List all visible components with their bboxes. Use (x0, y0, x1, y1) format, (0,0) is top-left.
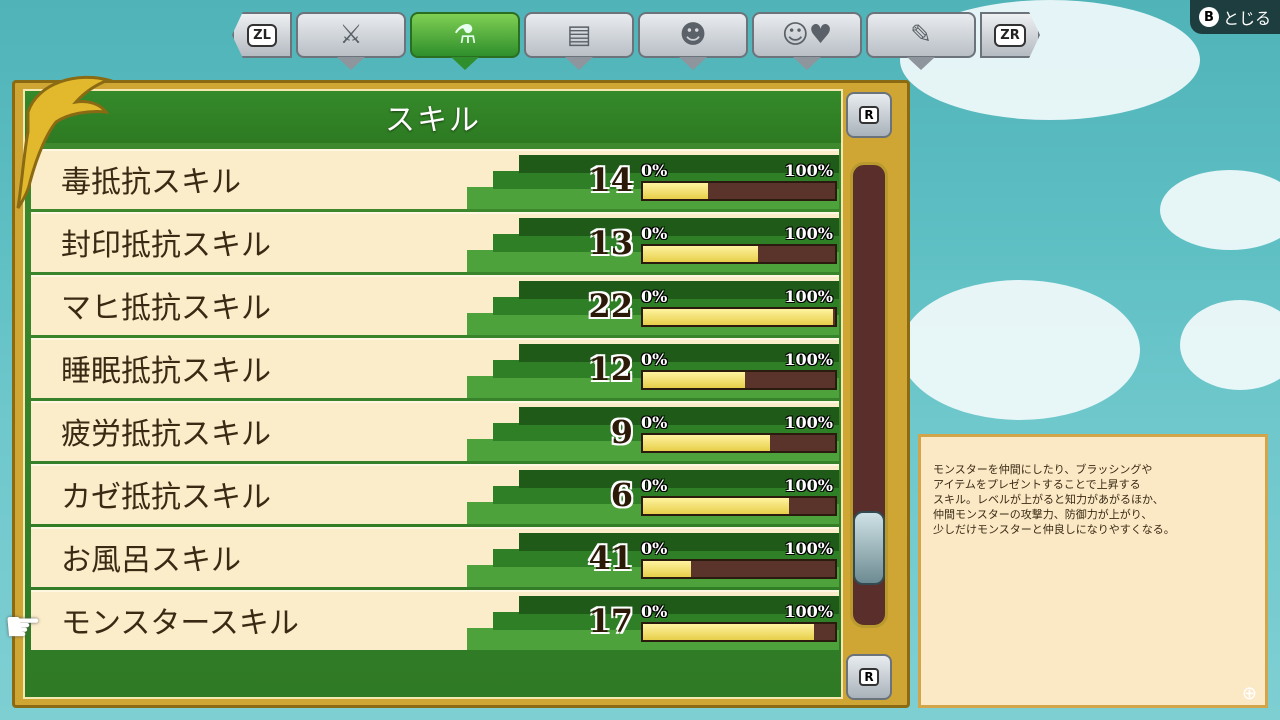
skill-level: 13 (588, 224, 633, 262)
zl-label: ZL (247, 23, 277, 47)
b-button-icon: B (1198, 7, 1219, 27)
percent-min-label: 0% (641, 287, 668, 306)
skill-name: モンスタースキル (61, 606, 299, 641)
skill-progress-fill (643, 498, 789, 514)
skill-progress-fill (643, 372, 745, 388)
skill-name: 毒抵抗スキル (61, 165, 241, 200)
skill-progress-fill (643, 246, 759, 262)
skills-panel: スキル 毒抵抗スキル 14 0% 100% 封印抵抗スキル 13 0% 100%… (12, 80, 910, 708)
hand-cursor-icon: ☛ (4, 602, 42, 651)
r-button-label: R (859, 106, 879, 124)
skill-level: 12 (588, 350, 633, 388)
percent-min-label: 0% (641, 224, 668, 243)
skill-progress-bar (641, 496, 837, 516)
percent-max-label: 100% (784, 476, 833, 495)
skill-progress-bar (641, 370, 837, 390)
skill-progress-fill (643, 435, 770, 451)
skill-name: 疲労抵抗スキル (61, 417, 271, 452)
wrench-icon: ✎ (910, 20, 932, 50)
skills-list: スキル 毒抵抗スキル 14 0% 100% 封印抵抗スキル 13 0% 100%… (23, 89, 843, 699)
skill-progress-bar (641, 244, 837, 264)
tab-monsters[interactable]: ☻ (638, 12, 748, 58)
skill-level: 14 (588, 161, 633, 199)
skill-progress-fill (643, 309, 834, 325)
percent-max-label: 100% (784, 287, 833, 306)
percent-min-label: 0% (641, 539, 668, 558)
flask-hammer-icon: ⚗ (453, 20, 477, 50)
description-text: モンスターを仲間にしたり、ブラッシングや アイテムをプレゼントすることで上昇する… (933, 463, 1175, 536)
skill-progress-bar (641, 559, 837, 579)
percent-min-label: 0% (641, 413, 668, 432)
smile-heart-icon: ☺♥ (781, 20, 833, 50)
cloud (1180, 300, 1280, 390)
skill-row[interactable]: 睡眠抵抗スキル 12 0% 100% (31, 338, 839, 398)
zoom-icon[interactable]: ⊕ (1242, 685, 1257, 703)
scroll-up-button[interactable]: R (846, 92, 892, 138)
scroll-down-button[interactable]: R (846, 654, 892, 700)
skill-progress-bar (641, 307, 837, 327)
percent-min-label: 0% (641, 476, 668, 495)
skill-description: モンスターを仲間にしたり、ブラッシングや アイテムをプレゼントすることで上昇する… (918, 434, 1268, 708)
tab-equipment[interactable]: ⚔ (296, 12, 406, 58)
scrollbar[interactable]: R R (842, 92, 896, 700)
percent-max-label: 100% (784, 224, 833, 243)
skill-progress-bar (641, 622, 837, 642)
skill-progress-bar (641, 433, 837, 453)
percent-min-label: 0% (641, 350, 668, 369)
skill-row[interactable]: カゼ抵抗スキル 6 0% 100% (31, 464, 839, 524)
skill-level: 17 (588, 602, 633, 640)
sword-shield-icon: ⚔ (339, 20, 363, 50)
skill-name: 封印抵抗スキル (61, 228, 271, 263)
skill-row[interactable]: 疲労抵抗スキル 9 0% 100% (31, 401, 839, 461)
tab-friendship[interactable]: ☺♥ (752, 12, 862, 58)
percent-max-label: 100% (784, 413, 833, 432)
close-button[interactable]: B とじる (1190, 0, 1280, 34)
cloud (900, 280, 1140, 420)
zl-button[interactable]: ZL (232, 12, 292, 58)
cloud (1160, 170, 1280, 250)
skill-row[interactable]: お風呂スキル 41 0% 100% (31, 527, 839, 587)
tab-records[interactable]: ▤ (524, 12, 634, 58)
tab-skills[interactable]: ⚗ (410, 12, 520, 58)
skill-progress-fill (643, 561, 691, 577)
skill-row[interactable]: 毒抵抗スキル 14 0% 100% (31, 149, 839, 209)
zr-button[interactable]: ZR (980, 12, 1040, 58)
r-button-label: R (859, 668, 879, 686)
percent-max-label: 100% (784, 350, 833, 369)
skill-name: カゼ抵抗スキル (61, 480, 271, 515)
skill-name: マヒ抵抗スキル (61, 291, 271, 326)
skill-name: お風呂スキル (61, 543, 241, 578)
panel-title: スキル (25, 91, 841, 143)
skill-progress-fill (643, 183, 709, 199)
category-tab-bar: ZL ⚔ ⚗ ▤ ☻ ☺♥ ✎ ZR (232, 12, 1040, 62)
skill-level: 6 (610, 476, 633, 514)
percent-max-label: 100% (784, 539, 833, 558)
skill-progress-bar (641, 181, 837, 201)
skill-level: 9 (610, 413, 633, 451)
percent-max-label: 100% (784, 602, 833, 621)
close-label: とじる (1222, 9, 1271, 28)
percent-min-label: 0% (641, 161, 668, 180)
skill-level: 22 (588, 287, 633, 325)
percent-max-label: 100% (784, 161, 833, 180)
tab-settings[interactable]: ✎ (866, 12, 976, 58)
skill-row[interactable]: 封印抵抗スキル 13 0% 100% (31, 212, 839, 272)
percent-min-label: 0% (641, 602, 668, 621)
document-icon: ▤ (566, 20, 592, 50)
skill-progress-fill (643, 624, 814, 640)
skill-row[interactable]: マヒ抵抗スキル 22 0% 100% (31, 275, 839, 335)
skill-row[interactable]: モンスタースキル 17 0% 100% (31, 590, 839, 650)
monster-faces-icon: ☻ (679, 20, 707, 50)
skill-name: 睡眠抵抗スキル (61, 354, 271, 389)
scroll-track[interactable] (850, 162, 888, 628)
scroll-thumb[interactable] (853, 511, 885, 585)
skill-level: 41 (588, 539, 633, 577)
zr-label: ZR (994, 23, 1026, 47)
